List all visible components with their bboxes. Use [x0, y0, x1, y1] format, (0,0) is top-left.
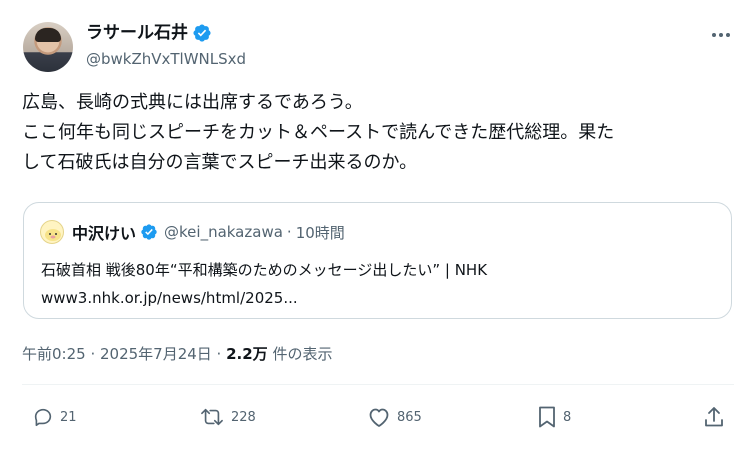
quote-author-handle[interactable]: @kei_nakazawa [164, 223, 283, 241]
like-icon [369, 408, 389, 427]
quote-avatar[interactable] [40, 220, 64, 244]
repost-count: 228 [231, 409, 256, 425]
share-button[interactable] [703, 404, 731, 430]
author-handle[interactable]: @bwkZhVxTlWNLSxd [86, 49, 246, 69]
like-button[interactable]: 865 [367, 404, 422, 430]
like-count: 865 [397, 409, 422, 425]
quote-header: 中沢けい @kei_nakazawa · 10時間 [72, 220, 345, 244]
quoted-tweet[interactable]: 中沢けい @kei_nakazawa · 10時間 石破首相 戦後80年“平和構… [23, 202, 732, 319]
repost-button[interactable]: 228 [199, 404, 256, 430]
tweet-timestamp[interactable]: 午前0:25 · 2025年7月24日 · [22, 345, 226, 363]
view-count: 2.2万 [226, 345, 268, 363]
quote-separator: · [286, 223, 292, 241]
repost-icon [201, 408, 223, 426]
reply-icon [34, 408, 52, 427]
verified-badge-icon [193, 24, 211, 42]
bookmark-icon [539, 406, 555, 428]
author-name[interactable]: ラサール石井 [86, 22, 188, 44]
quote-author-name[interactable]: 中沢けい [72, 220, 136, 244]
bookmark-button[interactable]: 8 [537, 404, 571, 430]
quote-text-title: 石破首相 戦後80年“平和構築のためのメッセージ出したい” | NHK [41, 261, 488, 279]
bookmark-count: 8 [563, 409, 572, 425]
tweet: ラサール石井 @bwkZhVxTlWNLSxd 広島、長崎の式典には出席するであ… [0, 0, 756, 451]
tweet-meta: 午前0:25 · 2025年7月24日 · 2.2万 件の表示 [22, 343, 332, 365]
tweet-text: 広島、長崎の式典には出席するであろう。 ここ何年も同じスピーチをカット＆ペースト… [22, 92, 615, 173]
share-icon [705, 407, 723, 427]
divider [22, 384, 734, 385]
reply-count: 21 [60, 409, 77, 425]
quote-time[interactable]: 10時間 [296, 222, 345, 243]
view-label: 件の表示 [267, 345, 333, 363]
reply-button[interactable]: 21 [32, 404, 77, 430]
author-name-row[interactable]: ラサール石井 [86, 22, 212, 44]
more-icon[interactable] [710, 26, 732, 44]
author-avatar[interactable] [23, 22, 73, 72]
verified-badge-icon [141, 224, 157, 240]
quote-text-url[interactable]: www3.nhk.or.jp/news/html/2025... [41, 287, 298, 309]
